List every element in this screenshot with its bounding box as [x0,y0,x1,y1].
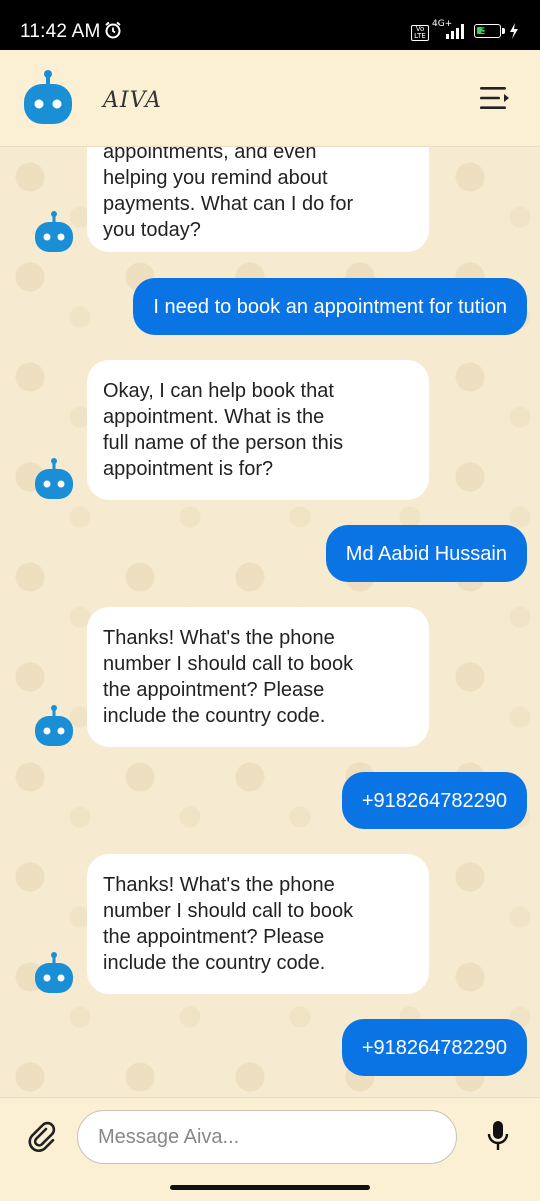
bot-message: Okay, I can help book that appointment. … [87,360,429,500]
message-line: full name of the person this [103,432,344,454]
message-line: appointments, and even [103,147,317,163]
volte-icon: Vo LTE [411,25,429,41]
message-line: number I should call to book [103,653,354,675]
signal-icon [446,24,464,39]
robot-icon [35,211,73,252]
message-text: +918264782290 [361,789,507,812]
message-line: Thanks! What's the phone [103,627,335,649]
message-line: helping you remind about [103,167,328,189]
message-line: you today? [103,219,201,241]
status-time: 11:42 AM [20,21,101,42]
user-message: +918264782290 [341,1019,527,1076]
message-line: number I should call to book [103,900,354,922]
bot-message: Thanks! What's the phone number I should… [87,854,429,994]
battery-text: 39 [480,25,495,36]
robot-icon [35,952,73,993]
user-message: +918264782290 [341,772,527,829]
message-line: appointment is for? [103,458,274,480]
menu-icon[interactable] [478,84,512,112]
microphone-icon[interactable] [486,1120,510,1152]
status-bar: 11:42 AM Vo LTE 4G+ 39 [0,0,540,50]
message-line: the appointment? Please [103,679,325,701]
app-header: AIVA [0,50,540,147]
paperclip-icon[interactable] [26,1121,58,1153]
robot-icon [35,458,73,499]
user-message: Md Aabid Hussain [325,525,527,582]
message-line: appointment. What is the [103,406,325,428]
message-line: the appointment? Please [103,926,325,948]
robot-icon [24,70,72,124]
battery-tip [502,28,505,34]
home-indicator[interactable] [170,1185,370,1190]
bot-message: appointments, and even helping you remin… [87,147,429,252]
message-input[interactable] [77,1110,457,1164]
message-line: Okay, I can help book that [103,380,334,402]
message-line: payments. What can I do for [103,193,354,215]
message-text: +918264782290 [361,1036,507,1059]
message-line: include the country code. [103,705,326,727]
alarm-icon [105,21,121,39]
message-text: I need to book an appointment for tution [153,295,507,318]
message-text: Md Aabid Hussain [345,542,507,565]
message-line: Thanks! What's the phone [103,874,335,896]
battery-icon: 39 [474,24,501,38]
charging-icon [510,23,518,39]
chat-thread[interactable]: appointments, and even helping you remin… [0,147,540,1097]
user-message: I need to book an appointment for tution [133,278,527,335]
app-brand: AIVA [103,88,162,113]
bot-message: Thanks! What's the phone number I should… [87,607,429,747]
robot-icon [35,705,73,746]
message-line: include the country code. [103,952,326,974]
